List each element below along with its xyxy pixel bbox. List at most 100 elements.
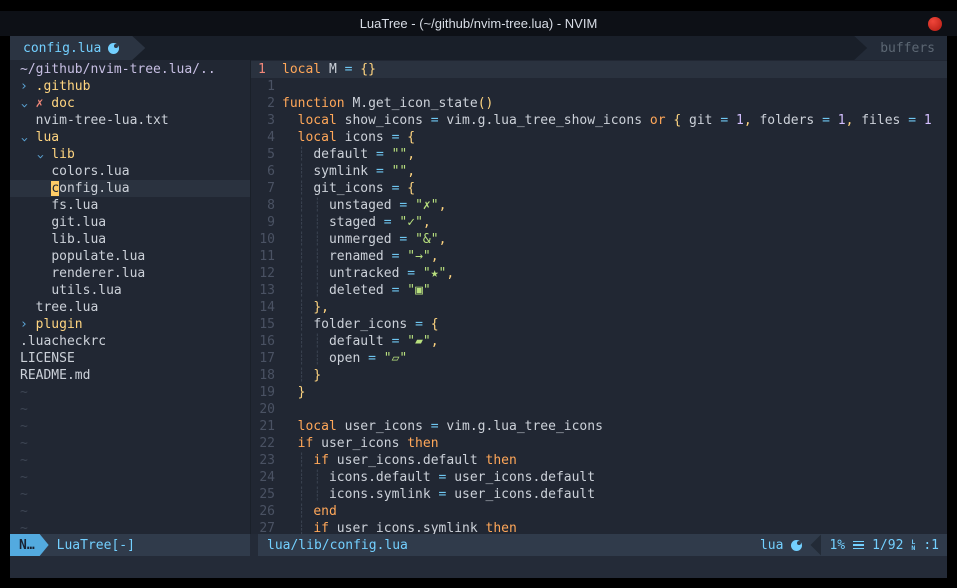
tree-item[interactable]: README.md	[10, 367, 250, 384]
tab-label: config.lua	[23, 41, 101, 56]
tree-rows: › .github› ✗ doc nvim-tree-lua.txt› lua …	[10, 78, 250, 534]
close-button[interactable]	[928, 17, 942, 31]
code-line: 8 ┊ ┊ unstaged = "✗",	[251, 197, 947, 214]
tree-item[interactable]: LICENSE	[10, 350, 250, 367]
line-number: 14	[251, 299, 275, 316]
code-line: 21 local user_icons = vim.g.lua_tree_ico…	[251, 418, 947, 435]
lua-icon	[108, 43, 119, 54]
line-number: 9	[251, 214, 275, 231]
line-number: 3	[251, 112, 275, 129]
code-line: 10 ┊ ┊ unmerged = "&",	[251, 231, 947, 248]
line-number: 6	[251, 163, 275, 180]
code-line: 24 ┊ ┊ icons.default = user_icons.defaul…	[251, 469, 947, 486]
tree-item[interactable]: fs.lua	[10, 197, 250, 214]
scroll-percent: 1%	[829, 538, 845, 553]
line-number: 16	[251, 333, 275, 350]
tree-item[interactable]: .luacheckrc	[10, 333, 250, 350]
code-line: 27 ┊ if user_icons.symlink then	[251, 520, 947, 534]
code-line: 9 ┊ ┊ staged = "✓",	[251, 214, 947, 231]
mode-indicator: N…	[10, 534, 49, 556]
line-position: 1/92	[872, 538, 903, 553]
tab-config-lua[interactable]: config.lua	[10, 36, 145, 60]
tree-item-label: populate.lua	[51, 249, 145, 264]
chevron-down-icon: ›	[15, 102, 32, 110]
tree-item[interactable]: colors.lua	[10, 163, 250, 180]
empty-line: ~	[10, 418, 250, 435]
empty-line: ~	[10, 435, 250, 452]
code-line: 26 ┊ end	[251, 503, 947, 520]
tree-item[interactable]: › lua	[10, 129, 250, 146]
code-rows: 1local M = {}12function M.get_icon_state…	[251, 61, 947, 534]
code-line: 15 ┊ folder_icons = {	[251, 316, 947, 333]
code-line: 17 ┊ ┊ open = "▱"	[251, 350, 947, 367]
statusline: N… LuaTree[-] lua/lib/config.lua lua 1% …	[10, 534, 947, 556]
command-line[interactable]	[10, 556, 947, 578]
statusline-tree-section: N… LuaTree[-]	[10, 534, 250, 556]
tree-item[interactable]: renderer.lua	[10, 265, 250, 282]
terminal-window: LuaTree - (~/github/nvim-tree.lua) - NVI…	[0, 0, 957, 588]
tree-item-label: .luacheckrc	[20, 334, 106, 349]
tree-item-label: utils.lua	[51, 283, 121, 298]
tree-item-label: config.lua	[51, 181, 129, 196]
lua-icon	[791, 540, 802, 551]
tree-item-label: renderer.lua	[51, 266, 145, 281]
line-number: 1	[251, 61, 275, 78]
code-line: 20	[251, 401, 947, 418]
empty-line: ~	[10, 520, 250, 534]
code-line: 12 ┊ ┊ untracked = "★",	[251, 265, 947, 282]
tree-item-label: .github	[36, 79, 91, 94]
code-line: 1	[251, 78, 947, 95]
empty-line: ~	[10, 503, 250, 520]
tree-item-label: git.lua	[51, 215, 106, 230]
code-line: 4 local icons = {	[251, 129, 947, 146]
tree-item-label: LICENSE	[20, 351, 75, 366]
tree-root-path: ~/github/nvim-tree.lua/..	[10, 61, 250, 78]
line-number: 7	[251, 180, 275, 197]
empty-line: ~	[10, 486, 250, 503]
code-line: 11 ┊ ┊ renamed = "→",	[251, 248, 947, 265]
tree-item-label: nvim-tree-lua.txt	[36, 113, 169, 128]
chevron-right-icon: ›	[20, 78, 28, 95]
tree-item-label: colors.lua	[51, 164, 129, 179]
tree-item[interactable]: populate.lua	[10, 248, 250, 265]
statusline-right-group: lua 1% 1/92 LN :1	[760, 534, 947, 556]
tree-item[interactable]: › plugin	[10, 316, 250, 333]
tree-item[interactable]: git.lua	[10, 214, 250, 231]
line-number: 12	[251, 265, 275, 282]
line-number: 18	[251, 367, 275, 384]
line-number: 22	[251, 435, 275, 452]
code-line: 23 ┊ if user_icons.default then	[251, 452, 947, 469]
code-line: 14 ┊ },	[251, 299, 947, 316]
tree-item-label: lua	[36, 130, 59, 145]
code-line: 16 ┊ ┊ default = "▰",	[251, 333, 947, 350]
statusline-divider	[250, 534, 258, 556]
buffers-section[interactable]: buffers	[854, 36, 947, 60]
chevron-left-icon	[810, 534, 821, 556]
empty-line: ~	[10, 384, 250, 401]
line-number: 2	[251, 95, 275, 112]
tree-item[interactable]: tree.lua	[10, 299, 250, 316]
code-line: 25 ┊ ┊ icons.symlink = user_icons.defaul…	[251, 486, 947, 503]
line-number-icon: LN	[911, 539, 915, 551]
tree-item[interactable]: › .github	[10, 78, 250, 95]
line-number: 15	[251, 316, 275, 333]
line-number: 1	[251, 78, 275, 95]
tree-item[interactable]: lib.lua	[10, 231, 250, 248]
code-window[interactable]: 1local M = {}12function M.get_icon_state…	[251, 60, 947, 534]
statusline-filepath: lua/lib/config.lua	[267, 538, 408, 553]
column-position: :1	[923, 538, 939, 553]
block-cursor: c	[51, 181, 59, 196]
tree-window[interactable]: ~/github/nvim-tree.lua/.. › .github› ✗ d…	[10, 60, 250, 534]
tree-item[interactable]: config.lua	[10, 180, 250, 197]
line-number: 19	[251, 384, 275, 401]
code-line: 7 ┊ git_icons = {	[251, 180, 947, 197]
line-number: 25	[251, 486, 275, 503]
empty-line: ~	[10, 452, 250, 469]
lines-icon	[853, 541, 864, 550]
tree-item[interactable]: › lib	[10, 146, 250, 163]
line-number: 11	[251, 248, 275, 265]
window-title: LuaTree - (~/github/nvim-tree.lua) - NVI…	[360, 16, 598, 31]
tree-item[interactable]: › ✗ doc	[10, 95, 250, 112]
tree-item[interactable]: nvim-tree-lua.txt	[10, 112, 250, 129]
tree-item[interactable]: utils.lua	[10, 282, 250, 299]
